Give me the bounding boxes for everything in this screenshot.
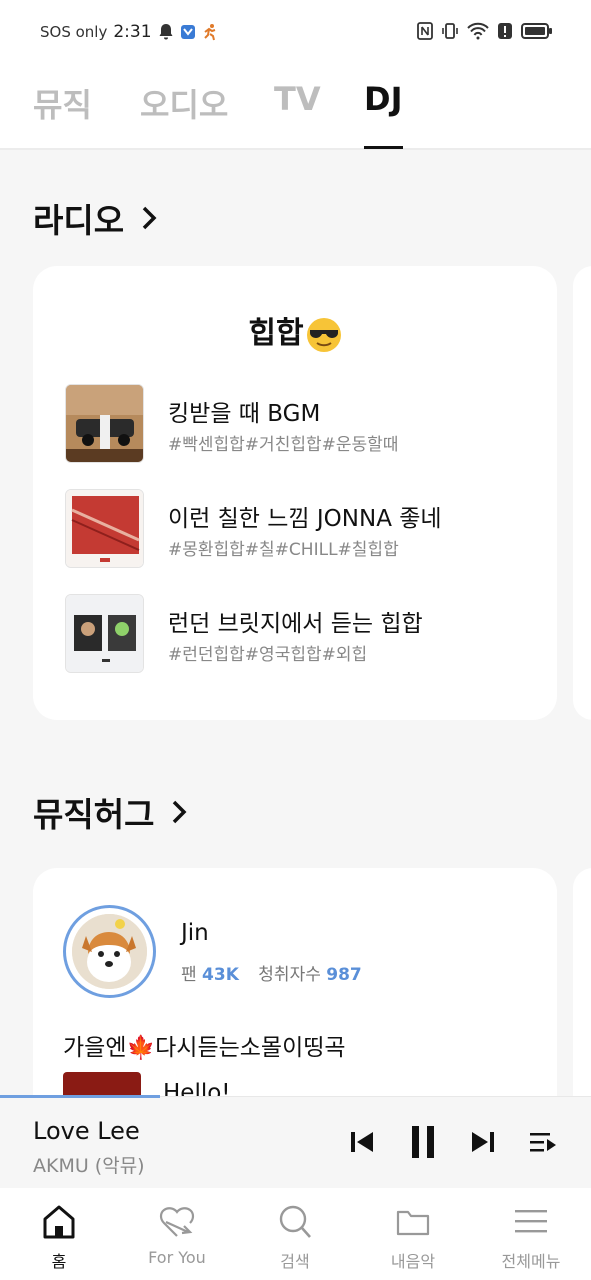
musichug-description: 가을엔🍁다시듣는소몰이띵곡 xyxy=(63,1035,346,1061)
nav-label: 내음악 xyxy=(390,1252,436,1271)
avatar xyxy=(72,914,147,989)
nav-for-you[interactable]: For You xyxy=(118,1188,236,1280)
tab-tv[interactable]: TV xyxy=(274,80,321,118)
user-name[interactable]: Jin xyxy=(181,920,209,946)
now-playing-title[interactable]: Love Lee xyxy=(33,1117,140,1145)
radio-card[interactable]: 힙합 킹받을 때 BGM #빡센힙합#거친힙합#운동할때 이런 칠한 느낌 JO… xyxy=(33,266,557,720)
radio-item-tags: #런던힙합#영국힙합#외힙 xyxy=(168,645,368,665)
menu-icon xyxy=(515,1210,547,1233)
nav-label: For You xyxy=(148,1248,206,1267)
listeners-label: 청취자수 xyxy=(258,965,321,985)
home-icon xyxy=(43,1205,75,1239)
battery-icon xyxy=(521,23,552,39)
search-icon xyxy=(279,1205,311,1238)
radio-card-title: 힙합 xyxy=(33,308,557,353)
radio-item-tags: #빡센힙합#거친힙합#운동할때 xyxy=(168,435,399,455)
nav-label: 전체메뉴 xyxy=(501,1252,561,1271)
clock: 2:31 xyxy=(113,22,152,42)
next-radio-card-peek[interactable] xyxy=(573,266,591,720)
radio-item-tags: #몽환힙합#칠#CHILL#칠힙합 xyxy=(168,540,399,560)
chevron-right-icon xyxy=(142,206,157,230)
active-tab-indicator xyxy=(364,146,403,149)
skip-next-icon xyxy=(472,1132,494,1152)
album-art xyxy=(65,594,144,673)
radio-item[interactable]: 킹받을 때 BGM #빡센힙합#거친힙합#운동할때 xyxy=(65,384,535,464)
previous-button[interactable] xyxy=(347,1125,377,1159)
nav-label: 검색 xyxy=(280,1252,310,1271)
radio-item-title: 이런 칠한 느낌 JONNA 좋네 xyxy=(168,506,442,532)
tab-audio[interactable]: 오디오 xyxy=(140,80,228,126)
app-shield-icon xyxy=(180,25,195,39)
bell-icon xyxy=(159,24,173,40)
radio-item[interactable]: 이런 칠한 느낌 JONNA 좋네 #몽환힙합#칠#CHILL#칠힙합 xyxy=(65,489,535,569)
folder-icon xyxy=(396,1210,430,1236)
listeners-count: 987 xyxy=(326,965,362,985)
musichug-section-title: 뮤직허그 xyxy=(33,795,155,834)
pause-icon xyxy=(412,1126,434,1158)
now-playing-artist[interactable]: AKMU (악뮤) xyxy=(33,1151,145,1178)
vibrate-icon xyxy=(442,23,458,39)
nav-search[interactable]: 검색 xyxy=(236,1188,354,1280)
chevron-right-icon xyxy=(173,800,187,824)
playlist-button[interactable] xyxy=(526,1125,560,1159)
tab-dj[interactable]: DJ xyxy=(364,80,402,118)
fans-count: 43K xyxy=(202,965,239,985)
status-bar: SOS only 2:31 xyxy=(0,0,591,62)
fans-label: 팬 xyxy=(181,965,197,985)
album-art xyxy=(65,489,144,568)
status-right xyxy=(417,22,553,40)
nav-home[interactable]: 홈 xyxy=(0,1188,118,1280)
nav-all-menu[interactable]: 전체메뉴 xyxy=(472,1188,590,1280)
avatar-ring[interactable] xyxy=(63,905,156,998)
nav-label: 홈 xyxy=(51,1252,67,1271)
pause-button[interactable] xyxy=(406,1125,440,1159)
status-left: SOS only 2:31 xyxy=(40,22,218,42)
radio-card-title-text: 힙합 xyxy=(248,316,304,351)
playlist-icon xyxy=(530,1133,556,1152)
tab-music[interactable]: 뮤직 xyxy=(33,80,92,126)
radio-item-title: 런던 브릿지에서 듣는 힙합 xyxy=(168,611,423,637)
skip-previous-icon xyxy=(351,1132,373,1152)
musichug-section-header[interactable]: 뮤직허그 xyxy=(33,788,188,836)
album-art xyxy=(65,384,144,463)
user-stats: 팬 43K 청취자수 987 xyxy=(181,960,362,985)
top-tabs: 뮤직 오디오 TV DJ xyxy=(0,62,591,150)
bottom-nav: 홈 For You 검색 내음악 전체메뉴 xyxy=(0,1188,591,1280)
playback-progress-bar[interactable] xyxy=(0,1095,160,1098)
carrier-text: SOS only xyxy=(40,23,108,41)
next-button[interactable] xyxy=(468,1125,498,1159)
alert-icon xyxy=(498,23,512,39)
radio-item[interactable]: 런던 브릿지에서 듣는 힙합 #런던힙합#영국힙합#외힙 xyxy=(65,594,535,674)
runner-icon xyxy=(203,24,215,41)
sunglasses-emoji-icon xyxy=(306,317,341,352)
radio-section-header[interactable]: 라디오 xyxy=(33,194,158,242)
nfc-icon xyxy=(417,22,433,40)
radio-section-title: 라디오 xyxy=(33,201,125,240)
mini-player[interactable]: Love Lee AKMU (악뮤) xyxy=(0,1095,591,1188)
heart-arrow-icon xyxy=(159,1207,195,1237)
radio-item-title: 킹받을 때 BGM xyxy=(168,401,321,427)
nav-my-music[interactable]: 내음악 xyxy=(354,1188,472,1280)
wifi-icon xyxy=(467,22,489,40)
